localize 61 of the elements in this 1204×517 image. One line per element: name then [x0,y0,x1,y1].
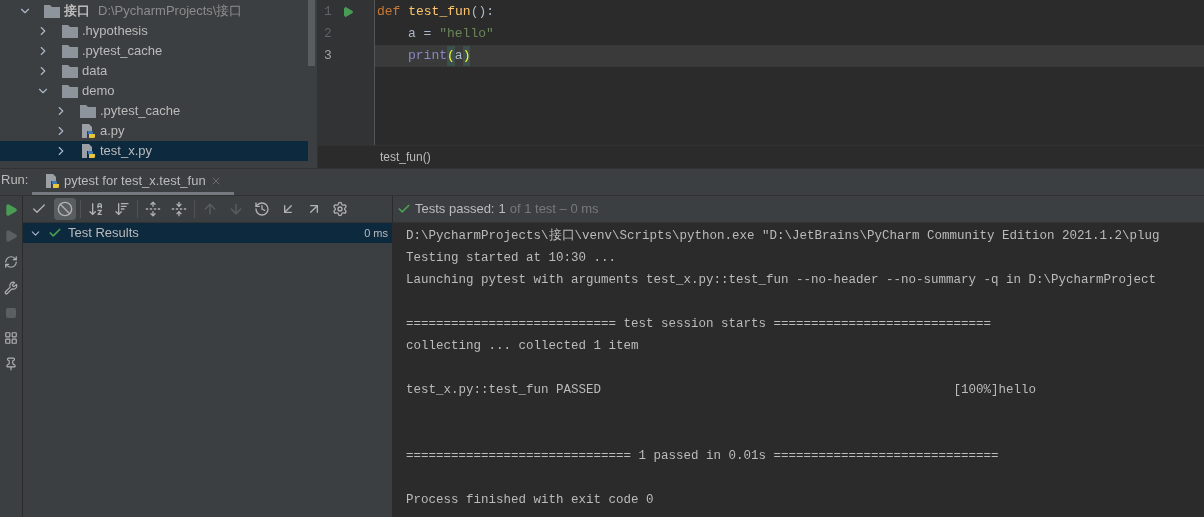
tree-item[interactable]: demo [0,81,308,101]
python-file-icon [80,123,96,139]
tree-item-label: data [82,62,108,81]
tree-item[interactable]: 接口 D:\PycharmProjects\接口 [0,1,308,21]
console-line: ============================ test session starts ============================= [406,316,993,333]
run-icon[interactable] [342,6,354,18]
tree-item-label: a.py [100,122,125,141]
code-line: def test_fun(): [376,3,496,22]
folder-icon [62,44,78,58]
tree-item-label: .hypothesis [82,22,148,41]
collapse-all-icon[interactable] [171,201,187,217]
folder-icon [62,24,78,38]
console-line: Testing started at 10:30 ... [406,250,618,267]
run-label: Run: [0,170,30,189]
sort-icon[interactable] [114,201,130,217]
tree-item[interactable]: data [0,61,308,81]
python-file-icon [44,172,60,189]
folder-icon [80,104,96,118]
test-results-row[interactable]: Test Results 0 ms [23,223,392,243]
test-results-label: Test Results [68,224,140,243]
tree-item-label: .pytest_cache [82,42,163,61]
console-line: collecting ... collected 1 item [406,338,640,355]
console-line: Process finished with exit code 0 [406,492,655,509]
tree-item[interactable]: a.py [0,121,308,141]
tree-item[interactable]: .pytest_cache [0,101,308,121]
run-icon[interactable] [4,203,18,217]
folder-icon [62,84,78,98]
check-icon [397,202,411,216]
check-icon [48,226,62,240]
expand-all-icon[interactable] [145,201,161,217]
folder-icon [62,64,78,78]
layout-icon[interactable] [4,331,18,345]
console-line: test_x.py::test_fun PASSED [100%]hello [406,382,1038,399]
sort-alphabetical-icon[interactable] [88,201,104,217]
tests-passed-label: Tests passed: [415,200,495,219]
passed-count: 1 [498,200,506,219]
ignored-icon[interactable] [57,201,73,217]
project-path: D:\PycharmProjects\接口 [98,2,243,21]
python-file-icon [80,143,96,159]
code-line: a = "hello" [407,25,495,44]
line-number: 3 [324,47,332,66]
tree-item-label: .pytest_cache [100,102,181,121]
console-line: Launching pytest with arguments test_x.py::test_fun --no-header --no-summary -q in D:\PycharmProject [406,272,1158,289]
test-time: 0 ms [364,225,388,241]
tree-item[interactable]: test_x.py [0,141,308,161]
breadcrumb[interactable]: test_fun() [380,148,431,166]
scrollbar[interactable] [308,0,315,66]
test-summary: of 1 test – 0 ms [509,200,599,219]
console-line: D:\PycharmProjects\接口\venv\Scripts\python.exe "D:\JetBrains\PyCharm Community Edition 2021.1.2\plug [406,227,1161,245]
tree-item[interactable]: .hypothesis [0,21,308,41]
tree-item-label: demo [82,82,115,101]
clock-icon[interactable] [254,201,270,217]
tree-item[interactable]: .pytest_cache [0,41,308,61]
refresh-icon[interactable] [4,255,18,269]
settings-icon[interactable] [332,201,348,217]
wrench-icon[interactable] [4,281,18,295]
tree-item-label: 接口 [64,2,90,21]
tree-item-label: test_x.py [100,142,153,161]
console-line: ============================== 1 passed in 0.01s ============================== [406,448,1000,465]
folder-icon [44,4,60,18]
pin-icon[interactable] [4,357,18,371]
